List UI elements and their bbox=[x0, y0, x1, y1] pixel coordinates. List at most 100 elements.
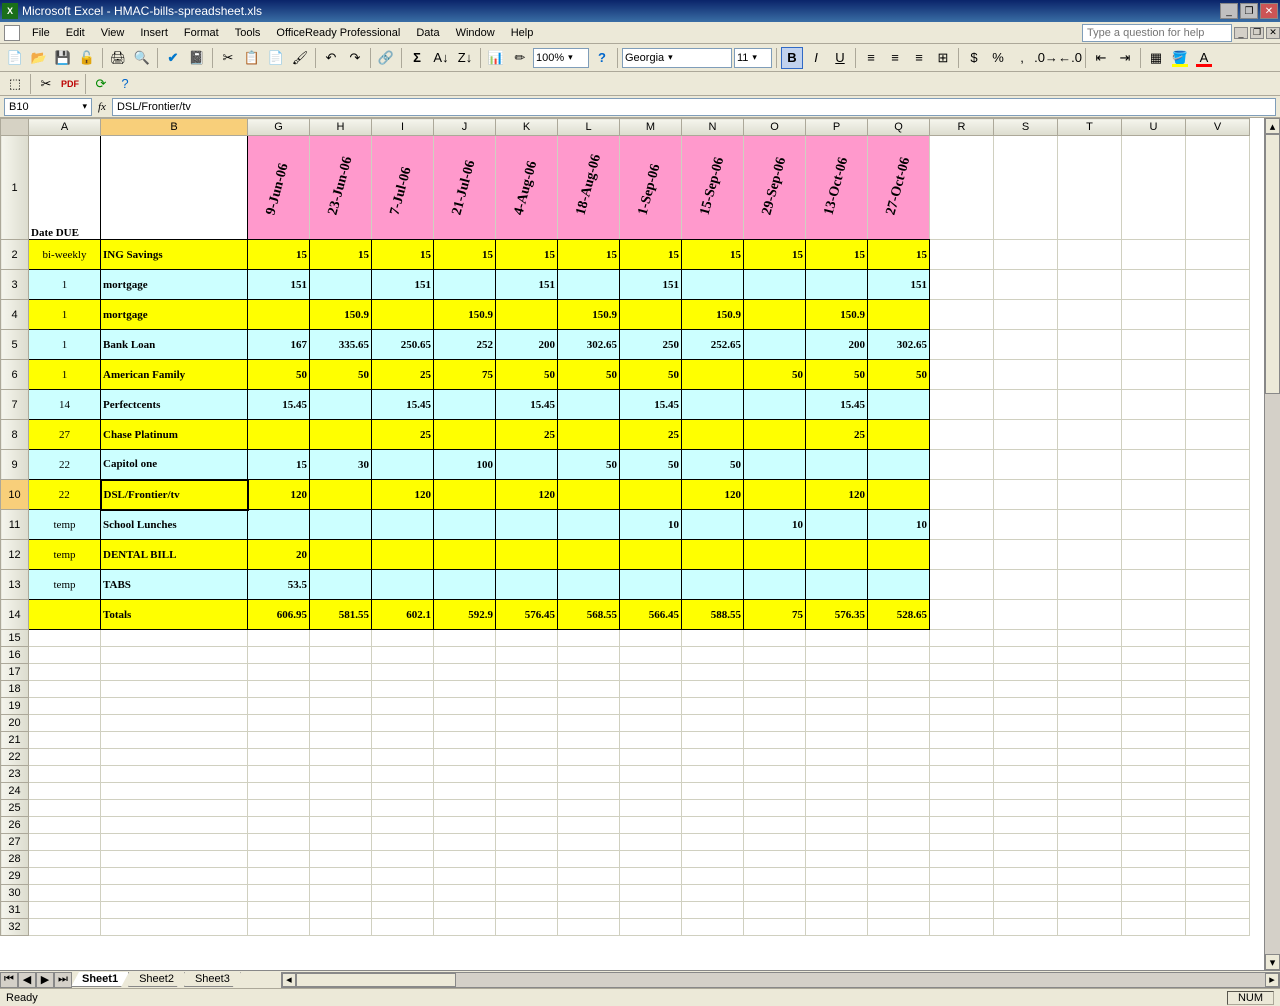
cell-L31[interactable] bbox=[558, 902, 620, 919]
tab-last-icon[interactable]: ⏭ bbox=[54, 972, 72, 988]
cell-Q17[interactable] bbox=[868, 664, 930, 681]
cell-I17[interactable] bbox=[372, 664, 434, 681]
cell-J19[interactable] bbox=[434, 698, 496, 715]
cell-S8[interactable] bbox=[994, 420, 1058, 450]
cell-T23[interactable] bbox=[1058, 766, 1122, 783]
cell-R11[interactable] bbox=[930, 510, 994, 540]
cell-val-7-3[interactable] bbox=[434, 390, 496, 420]
cell-val-3-5[interactable] bbox=[558, 270, 620, 300]
cell-K16[interactable] bbox=[496, 647, 558, 664]
cell-M24[interactable] bbox=[620, 783, 682, 800]
cell-T4[interactable] bbox=[1058, 300, 1122, 330]
cell-S10[interactable] bbox=[994, 480, 1058, 510]
cell-S17[interactable] bbox=[994, 664, 1058, 681]
cell-val-6-3[interactable]: 75 bbox=[434, 360, 496, 390]
cell-U7[interactable] bbox=[1122, 390, 1186, 420]
cell-L26[interactable] bbox=[558, 817, 620, 834]
cell-val-4-3[interactable]: 150.9 bbox=[434, 300, 496, 330]
cell-I26[interactable] bbox=[372, 817, 434, 834]
cell-val-2-8[interactable]: 15 bbox=[744, 240, 806, 270]
cell-S6[interactable] bbox=[994, 360, 1058, 390]
cell-T1[interactable] bbox=[1058, 136, 1122, 240]
cell-V7[interactable] bbox=[1186, 390, 1250, 420]
cell-N24[interactable] bbox=[682, 783, 744, 800]
font-color-icon[interactable]: A bbox=[1193, 47, 1215, 69]
cell-val-8-6[interactable]: 25 bbox=[620, 420, 682, 450]
col-header-G[interactable]: G bbox=[248, 119, 310, 136]
cell-Q19[interactable] bbox=[868, 698, 930, 715]
cell-T15[interactable] bbox=[1058, 630, 1122, 647]
cell-A30[interactable] bbox=[29, 885, 101, 902]
cell-val-6-8[interactable]: 50 bbox=[744, 360, 806, 390]
cell-V15[interactable] bbox=[1186, 630, 1250, 647]
cell-A32[interactable] bbox=[29, 919, 101, 936]
cell-B16[interactable] bbox=[101, 647, 248, 664]
row-header-24[interactable]: 24 bbox=[1, 783, 29, 800]
scroll-up-icon[interactable]: ▴ bbox=[1265, 118, 1280, 134]
currency-icon[interactable]: $ bbox=[963, 47, 985, 69]
scroll-down-icon[interactable]: ▾ bbox=[1265, 954, 1280, 970]
cell-Q23[interactable] bbox=[868, 766, 930, 783]
col-header-V[interactable]: V bbox=[1186, 119, 1250, 136]
cell-N27[interactable] bbox=[682, 834, 744, 851]
cell-S16[interactable] bbox=[994, 647, 1058, 664]
cell-U26[interactable] bbox=[1122, 817, 1186, 834]
cell-val-9-1[interactable]: 30 bbox=[310, 450, 372, 480]
comma-icon[interactable]: , bbox=[1011, 47, 1033, 69]
cell-J30[interactable] bbox=[434, 885, 496, 902]
cell-V10[interactable] bbox=[1186, 480, 1250, 510]
cell-T7[interactable] bbox=[1058, 390, 1122, 420]
col-header-U[interactable]: U bbox=[1122, 119, 1186, 136]
col-header-T[interactable]: T bbox=[1058, 119, 1122, 136]
cell-H24[interactable] bbox=[310, 783, 372, 800]
cell-A28[interactable] bbox=[29, 851, 101, 868]
cell-S4[interactable] bbox=[994, 300, 1058, 330]
cell-Q25[interactable] bbox=[868, 800, 930, 817]
cell-U10[interactable] bbox=[1122, 480, 1186, 510]
cell-val-11-7[interactable] bbox=[682, 510, 744, 540]
cell-O16[interactable] bbox=[744, 647, 806, 664]
cell-U19[interactable] bbox=[1122, 698, 1186, 715]
cell-L25[interactable] bbox=[558, 800, 620, 817]
cell-B21[interactable] bbox=[101, 732, 248, 749]
cell-R17[interactable] bbox=[930, 664, 994, 681]
cell-N23[interactable] bbox=[682, 766, 744, 783]
tab-prev-icon[interactable]: ◀ bbox=[18, 972, 36, 988]
col-header-M[interactable]: M bbox=[620, 119, 682, 136]
pdf-icon[interactable]: PDF bbox=[59, 73, 81, 95]
cell-R13[interactable] bbox=[930, 570, 994, 600]
cell-I24[interactable] bbox=[372, 783, 434, 800]
cell-val-14-9[interactable]: 576.35 bbox=[806, 600, 868, 630]
cell-U23[interactable] bbox=[1122, 766, 1186, 783]
close-button[interactable]: ✕ bbox=[1260, 3, 1278, 19]
cell-V16[interactable] bbox=[1186, 647, 1250, 664]
cell-val-3-10[interactable]: 151 bbox=[868, 270, 930, 300]
cell-val-8-5[interactable] bbox=[558, 420, 620, 450]
cell-B22[interactable] bbox=[101, 749, 248, 766]
cell-val-14-10[interactable]: 528.65 bbox=[868, 600, 930, 630]
cell-T5[interactable] bbox=[1058, 330, 1122, 360]
col-header-J[interactable]: J bbox=[434, 119, 496, 136]
cell-val-5-3[interactable]: 252 bbox=[434, 330, 496, 360]
cell-val-7-2[interactable]: 15.45 bbox=[372, 390, 434, 420]
cell-U18[interactable] bbox=[1122, 681, 1186, 698]
cell-K21[interactable] bbox=[496, 732, 558, 749]
cell-P22[interactable] bbox=[806, 749, 868, 766]
cell-K28[interactable] bbox=[496, 851, 558, 868]
increase-indent-icon[interactable]: ⇥ bbox=[1114, 47, 1136, 69]
cell-val-7-4[interactable]: 15.45 bbox=[496, 390, 558, 420]
menu-officeready-professional[interactable]: OfficeReady Professional bbox=[268, 24, 408, 42]
cell-R27[interactable] bbox=[930, 834, 994, 851]
cell-O17[interactable] bbox=[744, 664, 806, 681]
cell-val-5-1[interactable]: 335.65 bbox=[310, 330, 372, 360]
row-header-3[interactable]: 3 bbox=[1, 270, 29, 300]
cell-G20[interactable] bbox=[248, 715, 310, 732]
cell-B20[interactable] bbox=[101, 715, 248, 732]
date-header-3[interactable]: 21-Jul-06 bbox=[434, 136, 496, 240]
cell-val-4-0[interactable] bbox=[248, 300, 310, 330]
cell-val-5-4[interactable]: 200 bbox=[496, 330, 558, 360]
cell-val-13-5[interactable] bbox=[558, 570, 620, 600]
cell-T19[interactable] bbox=[1058, 698, 1122, 715]
row-header-10[interactable]: 10 bbox=[1, 480, 29, 510]
row-header-4[interactable]: 4 bbox=[1, 300, 29, 330]
